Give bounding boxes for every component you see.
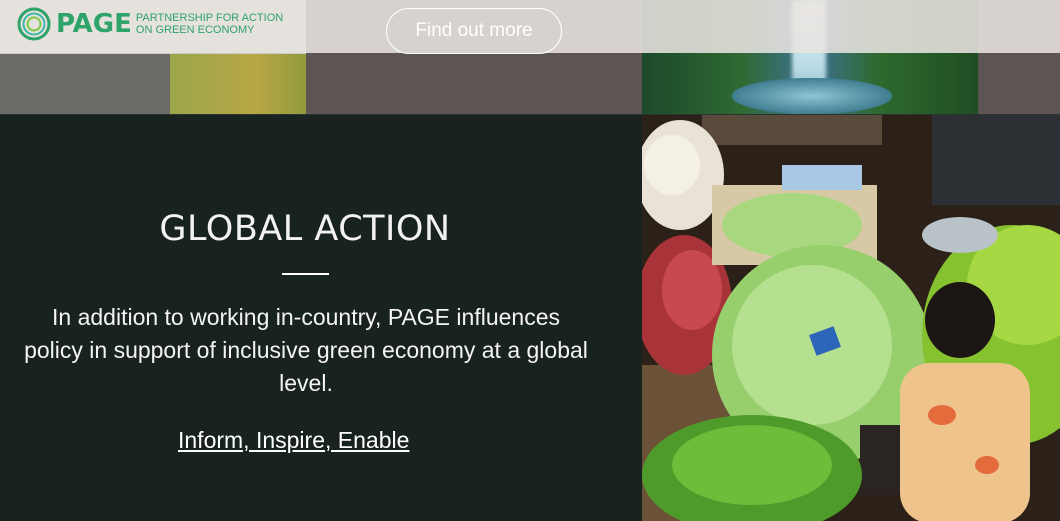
- vegetable-market-image: [642, 115, 1060, 521]
- logo-tagline-line1: PARTNERSHIP FOR ACTION: [135, 12, 284, 24]
- page-logo-ring-icon: [17, 7, 51, 41]
- title-underline-rule: [282, 273, 329, 275]
- global-action-panel: GLOBAL ACTION In addition to working in-…: [0, 115, 642, 521]
- section-description: In addition to working in-country, PAGE …: [24, 304, 588, 396]
- site-header: PAGE PARTNERSHIP FOR ACTION ON GREEN ECO…: [0, 0, 1060, 54]
- find-out-more-button[interactable]: Find out more: [386, 8, 562, 54]
- inform-inspire-enable-link[interactable]: Inform, Inspire, Enable: [178, 427, 409, 454]
- logo-wordmark: PAGE: [56, 9, 132, 39]
- section-title: GLOBAL ACTION: [159, 209, 451, 249]
- logo-tagline-line2: ON GREEN ECONOMY: [135, 24, 255, 36]
- logo-tagline: PARTNERSHIP FOR ACTION ON GREEN ECONOMY: [136, 12, 283, 36]
- page-logo[interactable]: PAGE PARTNERSHIP FOR ACTION ON GREEN ECO…: [16, 4, 283, 44]
